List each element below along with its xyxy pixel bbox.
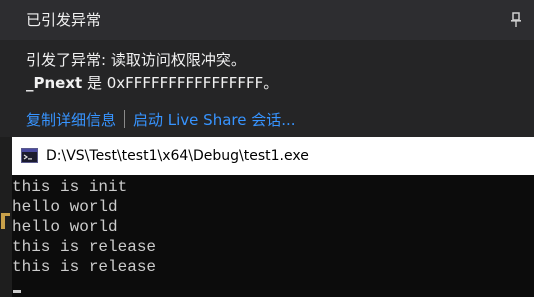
console-line: this is init <box>12 178 128 196</box>
console-cursor <box>13 290 21 293</box>
pin-icon[interactable] <box>510 12 522 28</box>
editor-gutter-fragment <box>0 137 12 297</box>
console-window-title: D:\VS\Test\test1\x64\Debug\test1.exe <box>46 148 309 164</box>
console-app-icon <box>21 148 38 163</box>
copy-details-link[interactable]: 复制详细信息 <box>26 111 116 129</box>
exception-popup: 已引发异常 引发了异常: 读取访问权限冲突。 _Pnext 是 0xFFFFFF… <box>0 0 534 137</box>
console-window: D:\VS\Test\test1\x64\Debug\test1.exe thi… <box>12 137 534 297</box>
console-line: hello world <box>12 198 118 216</box>
variable-value: 是 0xFFFFFFFFFFFFFFFF。 <box>82 74 279 92</box>
variable-name: _Pnext <box>26 74 83 92</box>
console-titlebar[interactable]: D:\VS\Test\test1\x64\Debug\test1.exe <box>12 137 534 175</box>
exception-detail: _Pnext 是 0xFFFFFFFFFFFFFFFF。 <box>26 74 278 92</box>
exception-popup-header: 已引发异常 <box>0 0 534 40</box>
exception-actions: 复制详细信息 启动 Live Share 会话... <box>26 110 296 129</box>
live-share-link[interactable]: 启动 Live Share 会话... <box>133 111 296 129</box>
console-line: hello world <box>12 218 118 236</box>
console-line: this is release <box>12 238 157 256</box>
screen: 已引发异常 引发了异常: 读取访问权限冲突。 _Pnext 是 0xFFFFFF… <box>0 0 534 297</box>
console-output: this is init hello world hello world thi… <box>12 177 534 297</box>
exception-popup-title: 已引发异常 <box>26 11 102 29</box>
editor-text-fragment-top <box>1 213 10 216</box>
exception-message: 引发了异常: 读取访问权限冲突。 <box>26 51 246 69</box>
console-line: this is release <box>12 258 157 276</box>
link-separator <box>124 110 126 128</box>
